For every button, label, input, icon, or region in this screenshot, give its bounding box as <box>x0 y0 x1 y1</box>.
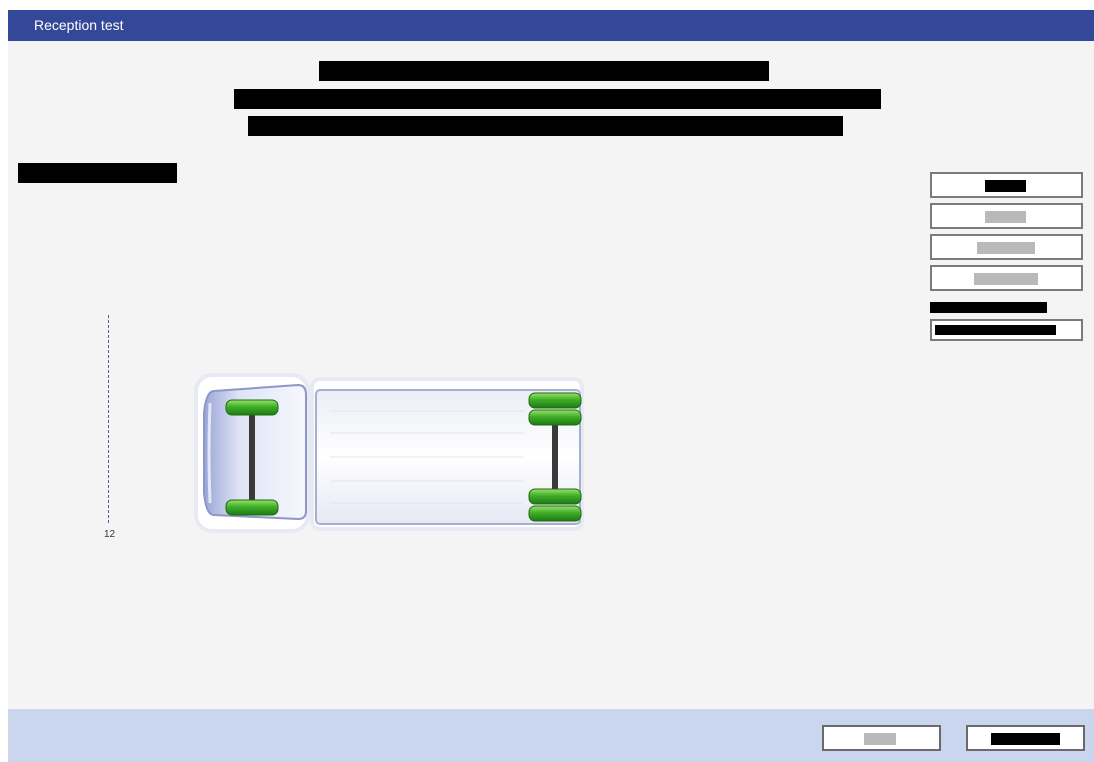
side-option-button-1[interactable] <box>930 172 1083 198</box>
side-value-field-content-redacted <box>935 325 1056 335</box>
side-value-field[interactable] <box>930 319 1083 341</box>
axle-position-axis-line <box>108 315 109 523</box>
axis-tick-label: 12 <box>104 529 116 540</box>
footer-next-button[interactable] <box>966 725 1085 751</box>
side-option-button-4-label-redacted <box>974 273 1038 285</box>
side-option-button-4[interactable] <box>930 265 1083 291</box>
section-label-redacted <box>18 163 177 183</box>
side-field-label-redacted <box>930 302 1047 313</box>
side-option-button-3-label-redacted <box>977 242 1035 254</box>
side-option-button-2[interactable] <box>930 203 1083 229</box>
side-option-button-3[interactable] <box>930 234 1083 260</box>
instruction-line-2-redacted <box>234 89 881 109</box>
window-title: Reception test <box>34 17 124 33</box>
footer-back-button[interactable] <box>822 725 941 751</box>
window-titlebar: Reception test <box>8 10 1094 41</box>
footer-back-button-label-redacted <box>864 733 896 745</box>
instruction-line-1-redacted <box>319 61 769 81</box>
footer-next-button-label-redacted <box>991 733 1060 745</box>
instruction-line-3-redacted <box>248 116 843 136</box>
side-option-button-1-label-redacted <box>985 180 1026 192</box>
side-option-button-2-label-redacted <box>985 211 1026 223</box>
truck-top-view-icon <box>194 373 586 538</box>
reception-test-window: Reception test 12 <box>8 10 1094 762</box>
footer-bar <box>8 709 1094 762</box>
